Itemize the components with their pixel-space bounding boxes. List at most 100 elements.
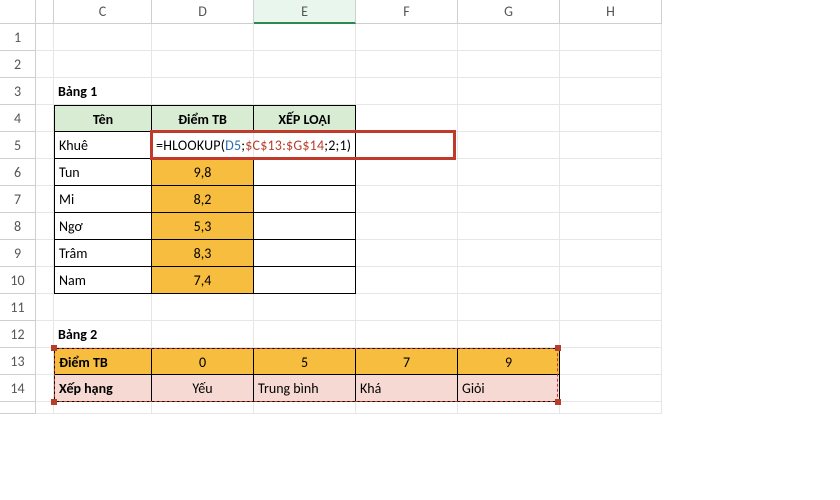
- row-header-13[interactable]: 13: [0, 348, 36, 375]
- row-header-10[interactable]: 10: [0, 267, 36, 294]
- cell-H6[interactable]: [560, 159, 662, 186]
- cell-C8[interactable]: Ngơ: [54, 213, 152, 240]
- cell-C6[interactable]: Tun: [54, 159, 152, 186]
- cell-G5[interactable]: [458, 132, 560, 159]
- row-header-11[interactable]: 11: [0, 294, 36, 321]
- row-header-6[interactable]: 6: [0, 159, 36, 186]
- cell-C7[interactable]: Mi: [54, 186, 152, 213]
- cell-H10[interactable]: [560, 267, 662, 294]
- col-header-H[interactable]: H: [560, 0, 662, 24]
- col-header-D[interactable]: D: [152, 0, 254, 24]
- cell-H8[interactable]: [560, 213, 662, 240]
- col-header-B[interactable]: [36, 0, 54, 24]
- cell-B14[interactable]: [36, 375, 54, 402]
- col-header-G[interactable]: G: [458, 0, 560, 24]
- cell-E5[interactable]: [254, 132, 356, 159]
- select-all-corner[interactable]: [0, 0, 36, 24]
- cell-H14[interactable]: [560, 375, 662, 402]
- cell-D15[interactable]: [152, 402, 254, 414]
- cell-C2[interactable]: [54, 51, 152, 78]
- cell-C3[interactable]: Bảng 1: [54, 78, 152, 105]
- cell-C5[interactable]: Khuê: [54, 132, 152, 159]
- cell-H11[interactable]: [560, 294, 662, 321]
- cell-G1[interactable]: [458, 24, 560, 51]
- row-header-2[interactable]: 2: [0, 51, 36, 78]
- cell-G2[interactable]: [458, 51, 560, 78]
- row-header-15[interactable]: [0, 402, 36, 414]
- cell-G4[interactable]: [458, 105, 560, 132]
- cell-F2[interactable]: [356, 51, 458, 78]
- cell-H5[interactable]: [560, 132, 662, 159]
- row-header-5[interactable]: 5: [0, 132, 36, 159]
- col-header-C[interactable]: C: [54, 0, 152, 24]
- row-header-7[interactable]: 7: [0, 186, 36, 213]
- cell-H12[interactable]: [560, 321, 662, 348]
- cell-F10[interactable]: [356, 267, 458, 294]
- row-header-1[interactable]: 1: [0, 24, 36, 51]
- cell-B13[interactable]: [36, 348, 54, 375]
- cell-B8[interactable]: [36, 213, 54, 240]
- cell-G14[interactable]: Giỏi: [458, 375, 560, 402]
- cell-E9[interactable]: [254, 240, 356, 267]
- cell-B15[interactable]: [36, 402, 54, 414]
- cell-F4[interactable]: [356, 105, 458, 132]
- cell-C15[interactable]: [54, 402, 152, 414]
- cell-F5[interactable]: [356, 132, 458, 159]
- col-header-F[interactable]: F: [356, 0, 458, 24]
- row-header-4[interactable]: 4: [0, 105, 36, 132]
- cell-F6[interactable]: [356, 159, 458, 186]
- cell-G3[interactable]: [458, 78, 560, 105]
- cell-H3[interactable]: [560, 78, 662, 105]
- cell-G11[interactable]: [458, 294, 560, 321]
- cell-E7[interactable]: [254, 186, 356, 213]
- row-header-8[interactable]: 8: [0, 213, 36, 240]
- cell-H4[interactable]: [560, 105, 662, 132]
- cell-G12[interactable]: [458, 321, 560, 348]
- cell-B5[interactable]: [36, 132, 54, 159]
- cell-B1[interactable]: [36, 24, 54, 51]
- cell-D14[interactable]: Yếu: [152, 375, 254, 402]
- cell-E2[interactable]: [254, 51, 356, 78]
- cell-C14[interactable]: Xếp hạng: [54, 375, 152, 402]
- cell-E13[interactable]: 5: [254, 348, 356, 375]
- cell-F1[interactable]: [356, 24, 458, 51]
- cell-B2[interactable]: [36, 51, 54, 78]
- cell-C4[interactable]: Tên: [54, 105, 152, 132]
- cell-F7[interactable]: [356, 186, 458, 213]
- row-header-14[interactable]: 14: [0, 375, 36, 402]
- cell-B9[interactable]: [36, 240, 54, 267]
- cell-D10[interactable]: 7,4: [152, 267, 254, 294]
- cell-G10[interactable]: [458, 267, 560, 294]
- cell-E4[interactable]: XẾP LOẠI: [254, 105, 356, 132]
- row-header-9[interactable]: 9: [0, 240, 36, 267]
- cell-C1[interactable]: [54, 24, 152, 51]
- cell-D3[interactable]: [152, 78, 254, 105]
- cell-B12[interactable]: [36, 321, 54, 348]
- cell-F8[interactable]: [356, 213, 458, 240]
- cell-D13[interactable]: 0: [152, 348, 254, 375]
- cell-D6[interactable]: 9,8: [152, 159, 254, 186]
- cell-E10[interactable]: [254, 267, 356, 294]
- cell-H7[interactable]: [560, 186, 662, 213]
- cell-E8[interactable]: [254, 213, 356, 240]
- cell-E12[interactable]: [254, 321, 356, 348]
- cell-H15[interactable]: [560, 402, 662, 414]
- cell-B4[interactable]: [36, 105, 54, 132]
- cell-F14[interactable]: Khá: [356, 375, 458, 402]
- cell-D11[interactable]: [152, 294, 254, 321]
- cell-B3[interactable]: [36, 78, 54, 105]
- cell-C9[interactable]: Trâm: [54, 240, 152, 267]
- cell-D9[interactable]: 8,3: [152, 240, 254, 267]
- row-header-12[interactable]: 12: [0, 321, 36, 348]
- cell-F13[interactable]: 7: [356, 348, 458, 375]
- cell-D4[interactable]: Điểm TB: [152, 105, 254, 132]
- cell-C10[interactable]: Nam: [54, 267, 152, 294]
- cell-B7[interactable]: [36, 186, 54, 213]
- cell-E1[interactable]: [254, 24, 356, 51]
- cell-C11[interactable]: [54, 294, 152, 321]
- cell-F15[interactable]: [356, 402, 458, 414]
- cell-D5-formula[interactable]: =HLOOKUP(D5;$C$13:$G$14;2;1): [152, 132, 254, 159]
- cell-D2[interactable]: [152, 51, 254, 78]
- cell-B10[interactable]: [36, 267, 54, 294]
- cell-D7[interactable]: 8,2: [152, 186, 254, 213]
